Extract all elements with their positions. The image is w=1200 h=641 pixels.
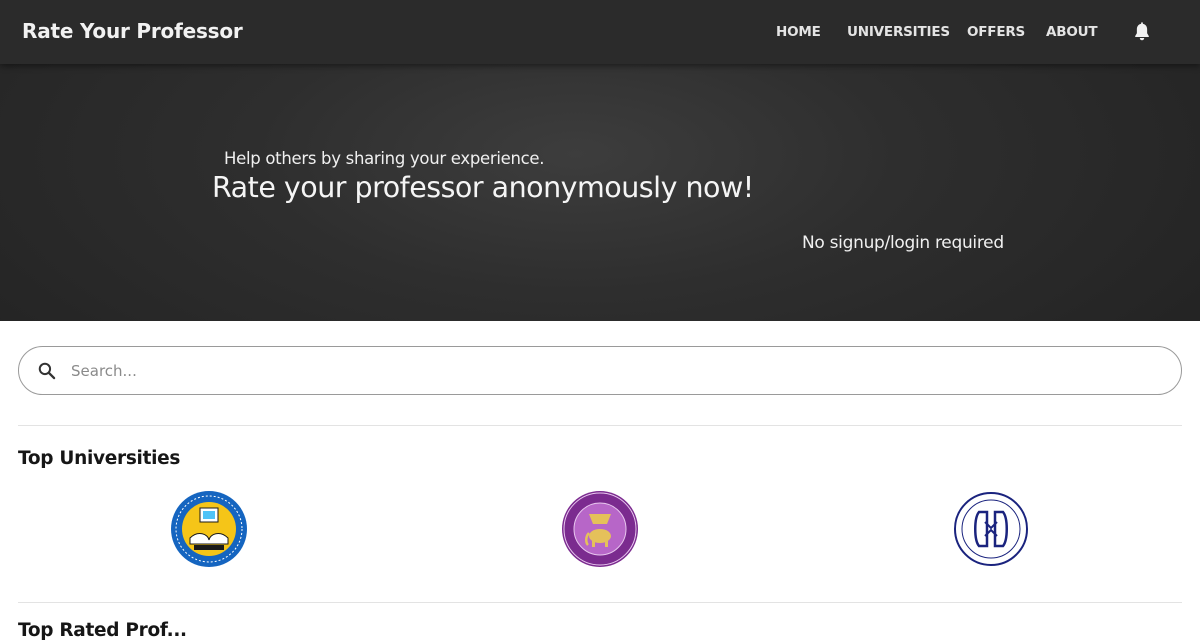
university-logo-3[interactable] [952, 490, 1030, 568]
nav-home[interactable]: HOME [776, 24, 821, 40]
top-universities-heading: Top Universities [18, 448, 181, 469]
hero-subtitle: Help others by sharing your experience. [224, 149, 545, 168]
nav-universities[interactable]: UNIVERSITIES [847, 24, 950, 40]
search-input[interactable] [71, 355, 1161, 387]
search-icon [38, 362, 56, 380]
hero-title: Rate your professor anonymously now! [212, 171, 754, 204]
top-rated-heading: Top Rated Prof... [18, 620, 187, 641]
nav-offers[interactable]: OFFERS [967, 24, 1025, 40]
bell-icon[interactable] [1131, 20, 1153, 44]
divider [18, 602, 1182, 603]
hero-banner: Help others by sharing your experience. … [0, 64, 1200, 321]
university-logo-1[interactable] [170, 490, 248, 568]
top-navbar: Rate Your Professor HOME UNIVERSITIES OF… [0, 0, 1200, 64]
brand-title[interactable]: Rate Your Professor [22, 19, 243, 43]
divider [18, 425, 1182, 426]
university-logo-2[interactable] [561, 490, 639, 568]
search-bar[interactable] [18, 346, 1182, 395]
hero-note: No signup/login required [802, 233, 1004, 253]
nav-about[interactable]: ABOUT [1046, 24, 1098, 40]
